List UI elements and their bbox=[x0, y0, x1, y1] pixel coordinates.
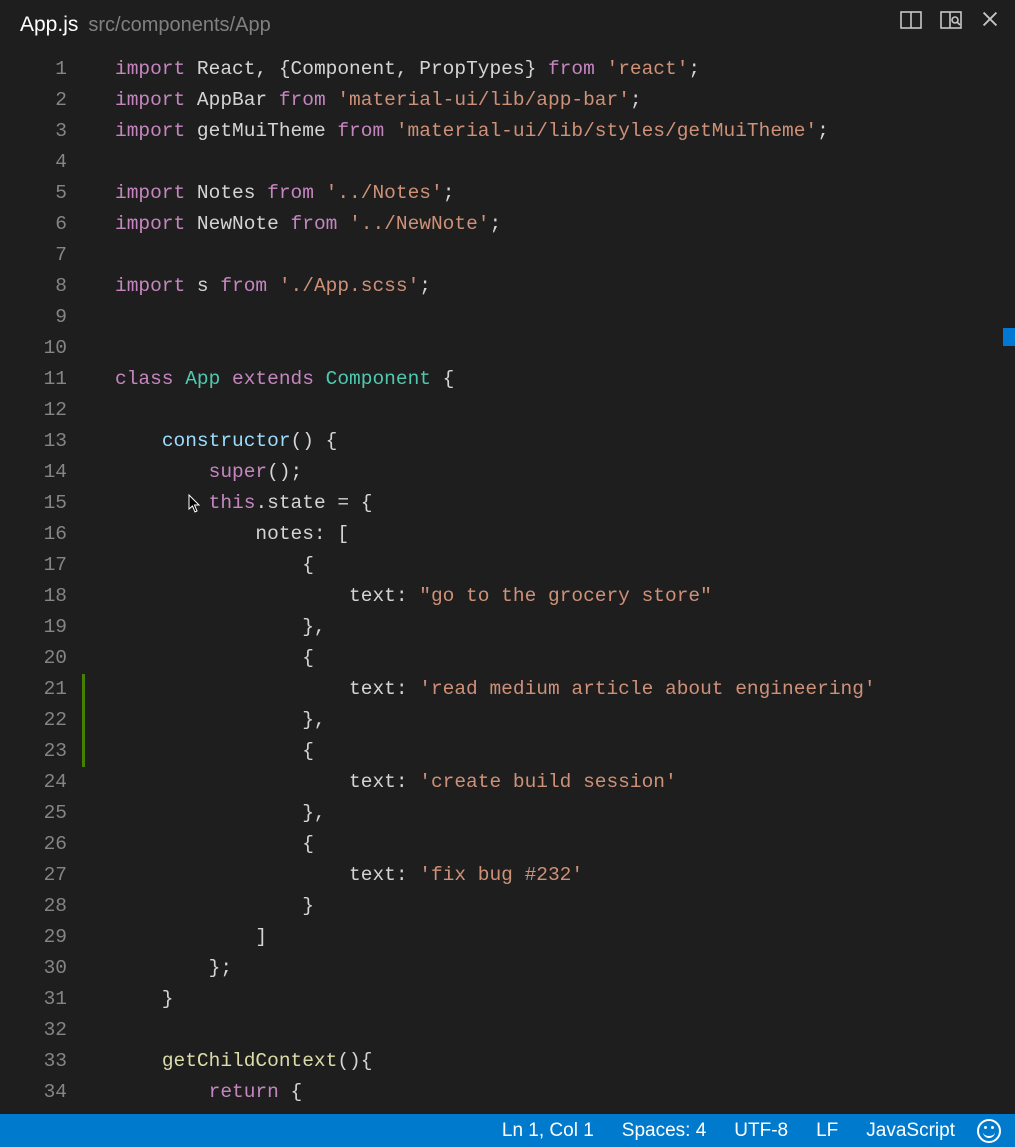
line-number: 22 bbox=[0, 705, 85, 736]
line-number: 25 bbox=[0, 798, 85, 829]
line-number: 6 bbox=[0, 209, 85, 240]
code-line[interactable]: super(); bbox=[115, 457, 876, 488]
code-line[interactable]: { bbox=[115, 736, 876, 767]
line-number: 19 bbox=[0, 612, 85, 643]
open-preview-icon[interactable] bbox=[939, 8, 963, 32]
status-language[interactable]: JavaScript bbox=[866, 1120, 955, 1142]
code-line[interactable] bbox=[115, 1015, 876, 1046]
line-number: 18 bbox=[0, 581, 85, 612]
status-eol[interactable]: LF bbox=[816, 1120, 838, 1142]
code-line[interactable]: }, bbox=[115, 798, 876, 829]
close-icon[interactable] bbox=[979, 8, 1003, 32]
line-number: 5 bbox=[0, 178, 85, 209]
code-line[interactable]: text: 'fix bug #232' bbox=[115, 860, 876, 891]
line-number: 34 bbox=[0, 1077, 85, 1108]
line-number: 7 bbox=[0, 240, 85, 271]
line-number: 1 bbox=[0, 54, 85, 85]
line-number: 9 bbox=[0, 302, 85, 333]
line-number: 26 bbox=[0, 829, 85, 860]
status-indentation[interactable]: Spaces: 4 bbox=[622, 1120, 707, 1142]
code-line[interactable]: this.state = { bbox=[115, 488, 876, 519]
tab-path: src/components/App bbox=[88, 14, 270, 37]
code-line[interactable]: }, bbox=[115, 705, 876, 736]
code-line[interactable] bbox=[115, 240, 876, 271]
code-line[interactable]: import React, {Component, PropTypes} fro… bbox=[115, 54, 876, 85]
scrollbar-thumb[interactable] bbox=[1003, 328, 1015, 346]
line-number: 29 bbox=[0, 922, 85, 953]
line-number: 28 bbox=[0, 891, 85, 922]
code-line[interactable]: ] bbox=[115, 922, 876, 953]
line-number: 11 bbox=[0, 364, 85, 395]
line-number: 13 bbox=[0, 426, 85, 457]
feedback-smiley-icon[interactable] bbox=[977, 1119, 1001, 1143]
tab-actions bbox=[899, 8, 1003, 32]
line-number: 21 bbox=[0, 674, 85, 705]
code-line[interactable]: return { bbox=[115, 1077, 876, 1108]
line-number: 32 bbox=[0, 1015, 85, 1046]
status-cursor-position[interactable]: Ln 1, Col 1 bbox=[502, 1120, 594, 1142]
code-line[interactable]: text: 'create build session' bbox=[115, 767, 876, 798]
code-line[interactable]: } bbox=[115, 891, 876, 922]
status-bar: Ln 1, Col 1 Spaces: 4 UTF-8 LF JavaScrip… bbox=[0, 1114, 1015, 1147]
code-line[interactable]: import Notes from '../Notes'; bbox=[115, 178, 876, 209]
line-number: 33 bbox=[0, 1046, 85, 1077]
line-number: 12 bbox=[0, 395, 85, 426]
code-line[interactable]: import AppBar from 'material-ui/lib/app-… bbox=[115, 85, 876, 116]
line-number: 16 bbox=[0, 519, 85, 550]
code-line[interactable]: import getMuiTheme from 'material-ui/lib… bbox=[115, 116, 876, 147]
line-number: 15 bbox=[0, 488, 85, 519]
code-editor[interactable]: 1234567891011121314151617181920212223242… bbox=[0, 50, 1015, 1114]
code-line[interactable]: import NewNote from '../NewNote'; bbox=[115, 209, 876, 240]
line-number: 20 bbox=[0, 643, 85, 674]
code-line[interactable]: notes: [ bbox=[115, 519, 876, 550]
code-line[interactable] bbox=[115, 302, 876, 333]
code-line[interactable]: getChildContext(){ bbox=[115, 1046, 876, 1077]
status-encoding[interactable]: UTF-8 bbox=[734, 1120, 788, 1142]
split-editor-icon[interactable] bbox=[899, 8, 923, 32]
code-line[interactable] bbox=[115, 395, 876, 426]
line-number: 4 bbox=[0, 147, 85, 178]
code-line[interactable]: text: "go to the grocery store" bbox=[115, 581, 876, 612]
line-number: 10 bbox=[0, 333, 85, 364]
line-number: 31 bbox=[0, 984, 85, 1015]
line-number: 2 bbox=[0, 85, 85, 116]
code-line[interactable]: { bbox=[115, 550, 876, 581]
line-number: 23 bbox=[0, 736, 85, 767]
code-line[interactable]: }; bbox=[115, 953, 876, 984]
line-number: 24 bbox=[0, 767, 85, 798]
code-line[interactable]: }, bbox=[115, 612, 876, 643]
code-line[interactable]: text: 'read medium article about enginee… bbox=[115, 674, 876, 705]
tab-filename[interactable]: App.js bbox=[20, 13, 78, 37]
line-number: 14 bbox=[0, 457, 85, 488]
code-line[interactable]: { bbox=[115, 643, 876, 674]
code-line[interactable]: class App extends Component { bbox=[115, 364, 876, 395]
code-line[interactable] bbox=[115, 147, 876, 178]
code-line[interactable]: { bbox=[115, 829, 876, 860]
line-number: 8 bbox=[0, 271, 85, 302]
activity-bar-edge bbox=[0, 0, 6, 50]
line-number: 30 bbox=[0, 953, 85, 984]
line-number-gutter: 1234567891011121314151617181920212223242… bbox=[0, 50, 85, 1114]
line-number: 3 bbox=[0, 116, 85, 147]
code-line[interactable]: } bbox=[115, 984, 876, 1015]
line-number: 17 bbox=[0, 550, 85, 581]
code-line[interactable] bbox=[115, 333, 876, 364]
editor-tab-bar: App.js src/components/App bbox=[0, 0, 1015, 50]
code-line[interactable]: constructor() { bbox=[115, 426, 876, 457]
code-content[interactable]: import React, {Component, PropTypes} fro… bbox=[85, 50, 876, 1114]
line-number: 27 bbox=[0, 860, 85, 891]
code-line[interactable]: import s from './App.scss'; bbox=[115, 271, 876, 302]
